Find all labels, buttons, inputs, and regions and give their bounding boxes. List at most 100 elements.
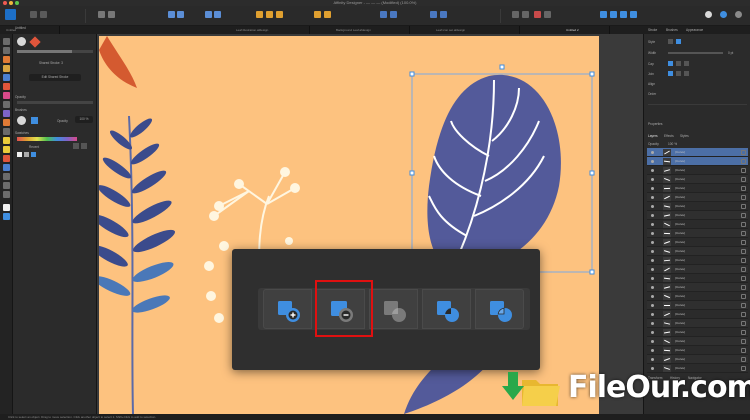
effects-tab[interactable]: Effects [664,134,674,138]
tab-leaf-icon-set[interactable]: Leaf icon set.afdesign [430,26,520,34]
layer-visibility-checkbox[interactable] [741,294,746,299]
rotate-icon[interactable] [430,11,437,18]
join-round-icon[interactable] [676,71,681,76]
tab-untitled[interactable]: Untitled [0,26,60,34]
frame-text-tool-icon[interactable] [3,173,10,180]
ellipse-tool-icon[interactable] [3,146,10,153]
swatch-gray[interactable] [24,152,29,157]
styles-tab[interactable]: Styles [680,134,689,138]
fill-tool-icon[interactable] [3,83,10,90]
layer-row[interactable]: (Curve) [647,202,748,211]
brush-icon[interactable] [29,36,41,48]
boolean-divide-button[interactable] [475,289,524,329]
appearance-tab[interactable]: Appearance [686,28,703,32]
visibility-toggle-icon[interactable] [651,277,654,280]
layer-visibility-checkbox[interactable] [741,186,746,191]
flip-vertical-icon[interactable] [390,11,397,18]
view-mode-icon[interactable] [108,11,115,18]
join-bevel-icon[interactable] [684,71,689,76]
visibility-toggle-icon[interactable] [651,241,654,244]
layer-visibility-checkbox[interactable] [741,222,746,227]
visibility-toggle-icon[interactable] [651,250,654,253]
stroke-color-chip[interactable] [31,117,38,124]
align-icon[interactable] [205,11,212,18]
layer-visibility-checkbox[interactable] [741,348,746,353]
crop-tool-icon[interactable] [3,119,10,126]
insert-top-icon[interactable] [276,11,283,18]
width-slider[interactable] [668,52,723,54]
app-logo-icon[interactable] [5,9,16,20]
layer-visibility-checkbox[interactable] [741,321,746,326]
visibility-toggle-icon[interactable] [651,169,654,172]
visibility-toggle-icon[interactable] [651,268,654,271]
layer-visibility-checkbox[interactable] [741,249,746,254]
rectangle-tool-icon[interactable] [3,137,10,144]
opacity-field[interactable]: 100 % [75,116,93,123]
move-back-icon[interactable] [314,11,321,18]
maximize-window-button[interactable] [15,1,19,5]
document-setup-icon[interactable] [98,11,105,18]
insert-behind-icon[interactable] [266,11,273,18]
join-miter-icon[interactable] [668,71,673,76]
layer-row[interactable]: (Curve) [647,229,748,238]
layer-row[interactable]: (Curve) [647,274,748,283]
tab-leaf-illustration[interactable]: Leaf illustration.afdesign [230,26,310,34]
swatch-blue[interactable] [31,152,36,157]
swatch-menu-icon[interactable] [81,143,87,149]
boolean-xor-toolbar-icon[interactable] [630,11,637,18]
shape-tool-icon[interactable] [3,155,10,162]
swatch-options-icon[interactable] [73,143,79,149]
layer-row[interactable]: (Curve) [647,157,748,166]
visibility-toggle-icon[interactable] [651,151,654,154]
edit-stroke-button[interactable]: Edit Shared Stroke [29,74,81,81]
swatch-set-label[interactable]: Recent [29,145,39,149]
visibility-toggle-icon[interactable] [651,196,654,199]
tab-background-leaf[interactable]: Background Leaf.afdesign [330,26,410,34]
close-window-button[interactable] [3,1,7,5]
layer-visibility-checkbox[interactable] [741,312,746,317]
color-picker-icon[interactable] [705,11,712,18]
visibility-toggle-icon[interactable] [651,178,654,181]
layer-visibility-checkbox[interactable] [741,276,746,281]
visibility-toggle-icon[interactable] [651,313,654,316]
layer-row[interactable]: (Curve) [647,328,748,337]
swatch-white[interactable] [17,152,22,157]
flip-horizontal-icon[interactable] [380,11,387,18]
layer-row[interactable]: (Curve) [647,247,748,256]
layer-row[interactable]: (Curve) [647,346,748,355]
layer-row[interactable]: (Curve) [647,238,748,247]
layer-visibility-checkbox[interactable] [741,303,746,308]
move-forward-icon[interactable] [324,11,331,18]
cap-square-icon[interactable] [684,61,689,66]
stroke-swatch-icon[interactable] [3,213,10,220]
layer-row[interactable]: (Curve) [647,184,748,193]
layer-visibility-checkbox[interactable] [741,231,746,236]
visibility-toggle-icon[interactable] [651,358,654,361]
layer-row[interactable]: (Curve) [647,355,748,364]
visibility-toggle-icon[interactable] [651,259,654,262]
layer-row[interactable]: (Curve) [647,292,748,301]
layer-visibility-checkbox[interactable] [741,195,746,200]
cap-butt-icon[interactable] [668,61,673,66]
export-persona-icon[interactable] [40,11,47,18]
visibility-toggle-icon[interactable] [651,331,654,334]
place-image-tool-icon[interactable] [3,110,10,117]
grid-toggle-icon[interactable] [522,11,529,18]
visibility-toggle-icon[interactable] [651,223,654,226]
visibility-toggle-icon[interactable] [651,205,654,208]
layer-row[interactable]: (Curve) [647,337,748,346]
visibility-toggle-icon[interactable] [651,232,654,235]
zoom-tool-icon[interactable] [3,191,10,198]
fill-swatch-icon[interactable] [3,204,10,211]
layer-visibility-checkbox[interactable] [741,177,746,182]
recent-swatches-strip[interactable] [17,137,77,141]
opacity-slider[interactable] [17,101,93,104]
tab-untitled-2[interactable]: Untitled 2 [560,26,610,34]
layer-row[interactable]: (Curve) [647,175,748,184]
guides-icon[interactable] [544,11,551,18]
layer-visibility-checkbox[interactable] [741,159,746,164]
artistic-text-tool-icon[interactable] [3,164,10,171]
minimize-window-button[interactable] [9,1,13,5]
layer-visibility-checkbox[interactable] [741,285,746,290]
boolean-intersect-toolbar-icon[interactable] [620,11,627,18]
